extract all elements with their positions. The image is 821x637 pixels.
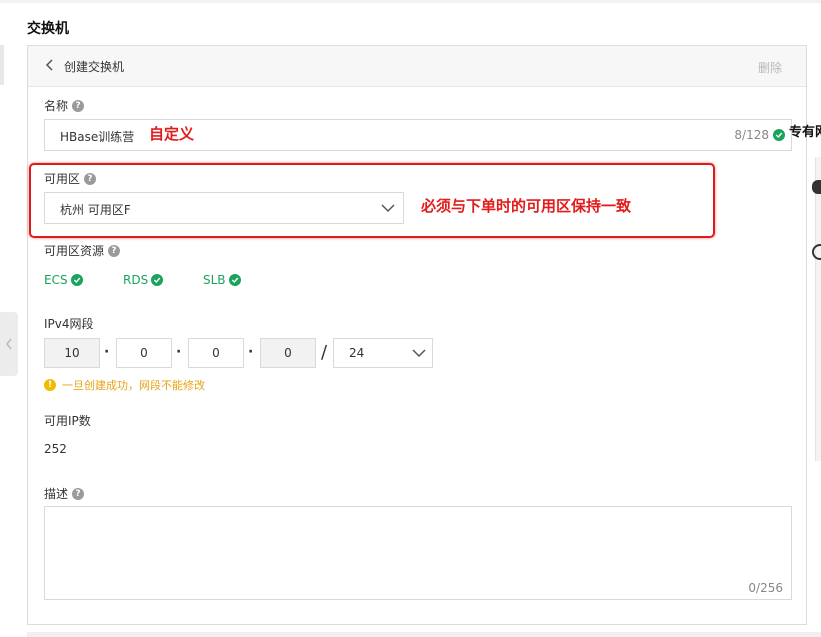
available-ip-value: 252: [44, 442, 67, 456]
top-bar: [0, 0, 821, 3]
back-icon[interactable]: [44, 58, 56, 72]
ipv4-octet-4: 0: [260, 338, 316, 368]
ipv4-mask-select[interactable]: 24: [333, 338, 433, 368]
ipv4-dot: ·: [176, 344, 182, 360]
name-input-value: HBase训练营: [60, 130, 135, 144]
help-icon[interactable]: ?: [72, 487, 85, 500]
check-circle-icon: [70, 274, 83, 286]
ipv4-slash: /: [321, 342, 328, 363]
zone-resources-label-text: 可用区资源: [44, 244, 105, 258]
name-counter: 8/128: [734, 128, 769, 142]
left-edge-strip: [0, 45, 4, 85]
create-vswitch-card: 创建交换机 删除 名称 ? HBase训练营 8/128 自定义 可用区 ? 杭…: [27, 45, 807, 625]
zone-resources-label: 可用区资源 ?: [44, 242, 121, 259]
description-label: 描述 ?: [44, 485, 85, 502]
ipv4-warning: ! 一旦创建成功，网段不能修改: [44, 377, 205, 393]
ipv4-dot: ·: [104, 344, 110, 360]
check-circle-icon: [151, 274, 164, 286]
cloud-icon: [812, 180, 821, 194]
section-title: 交换机: [27, 21, 69, 37]
description-label-text: 描述: [44, 487, 69, 501]
name-label: 名称 ?: [44, 97, 85, 114]
ipv4-dot: ·: [248, 344, 254, 360]
resource-rds: RDS: [123, 273, 164, 287]
ipv4-mask-value: 24: [349, 346, 365, 360]
minus-circle-icon[interactable]: [812, 244, 821, 260]
collapse-handle[interactable]: [0, 312, 18, 376]
ipv4-label: IPv4网段: [44, 315, 94, 332]
ipv4-warning-text: 一旦创建成功，网段不能修改: [62, 379, 205, 392]
name-label-text: 名称: [44, 99, 69, 113]
right-side-panel: [815, 157, 821, 461]
annotation-zone-note: 必须与下单时的可用区保持一致: [421, 197, 632, 215]
vpc-panel-title-partial: 专有网: [789, 125, 821, 140]
chevron-left-icon: [6, 338, 12, 350]
card-header: 创建交换机 删除: [28, 46, 806, 87]
resource-ecs: ECS: [44, 273, 83, 287]
check-circle-icon: [228, 274, 241, 286]
help-icon[interactable]: ?: [108, 244, 121, 257]
description-counter: 0/256: [748, 581, 783, 595]
delete-button[interactable]: 删除: [758, 59, 782, 76]
ipv4-label-text: IPv4网段: [44, 317, 94, 331]
description-textarea[interactable]: 0/256: [44, 506, 792, 600]
ipv4-octet-3[interactable]: 0: [188, 338, 244, 368]
resource-slb: SLB: [203, 273, 241, 287]
resource-rds-label: RDS: [123, 273, 149, 287]
check-circle-icon: [773, 129, 785, 141]
chevron-down-icon: [412, 349, 426, 358]
bottom-divider: [27, 632, 821, 637]
annotation-custom: 自定义: [149, 125, 195, 143]
ipv4-octet-1: 10: [44, 338, 100, 368]
ipv4-octet-2[interactable]: 0: [116, 338, 172, 368]
resource-ecs-label: ECS: [44, 273, 68, 287]
resource-slb-label: SLB: [203, 273, 226, 287]
available-ip-label-text: 可用IP数: [44, 414, 91, 428]
warning-icon: !: [44, 379, 56, 391]
help-icon[interactable]: ?: [72, 99, 85, 112]
card-title: 创建交换机: [64, 60, 125, 74]
available-ip-label: 可用IP数: [44, 412, 91, 429]
